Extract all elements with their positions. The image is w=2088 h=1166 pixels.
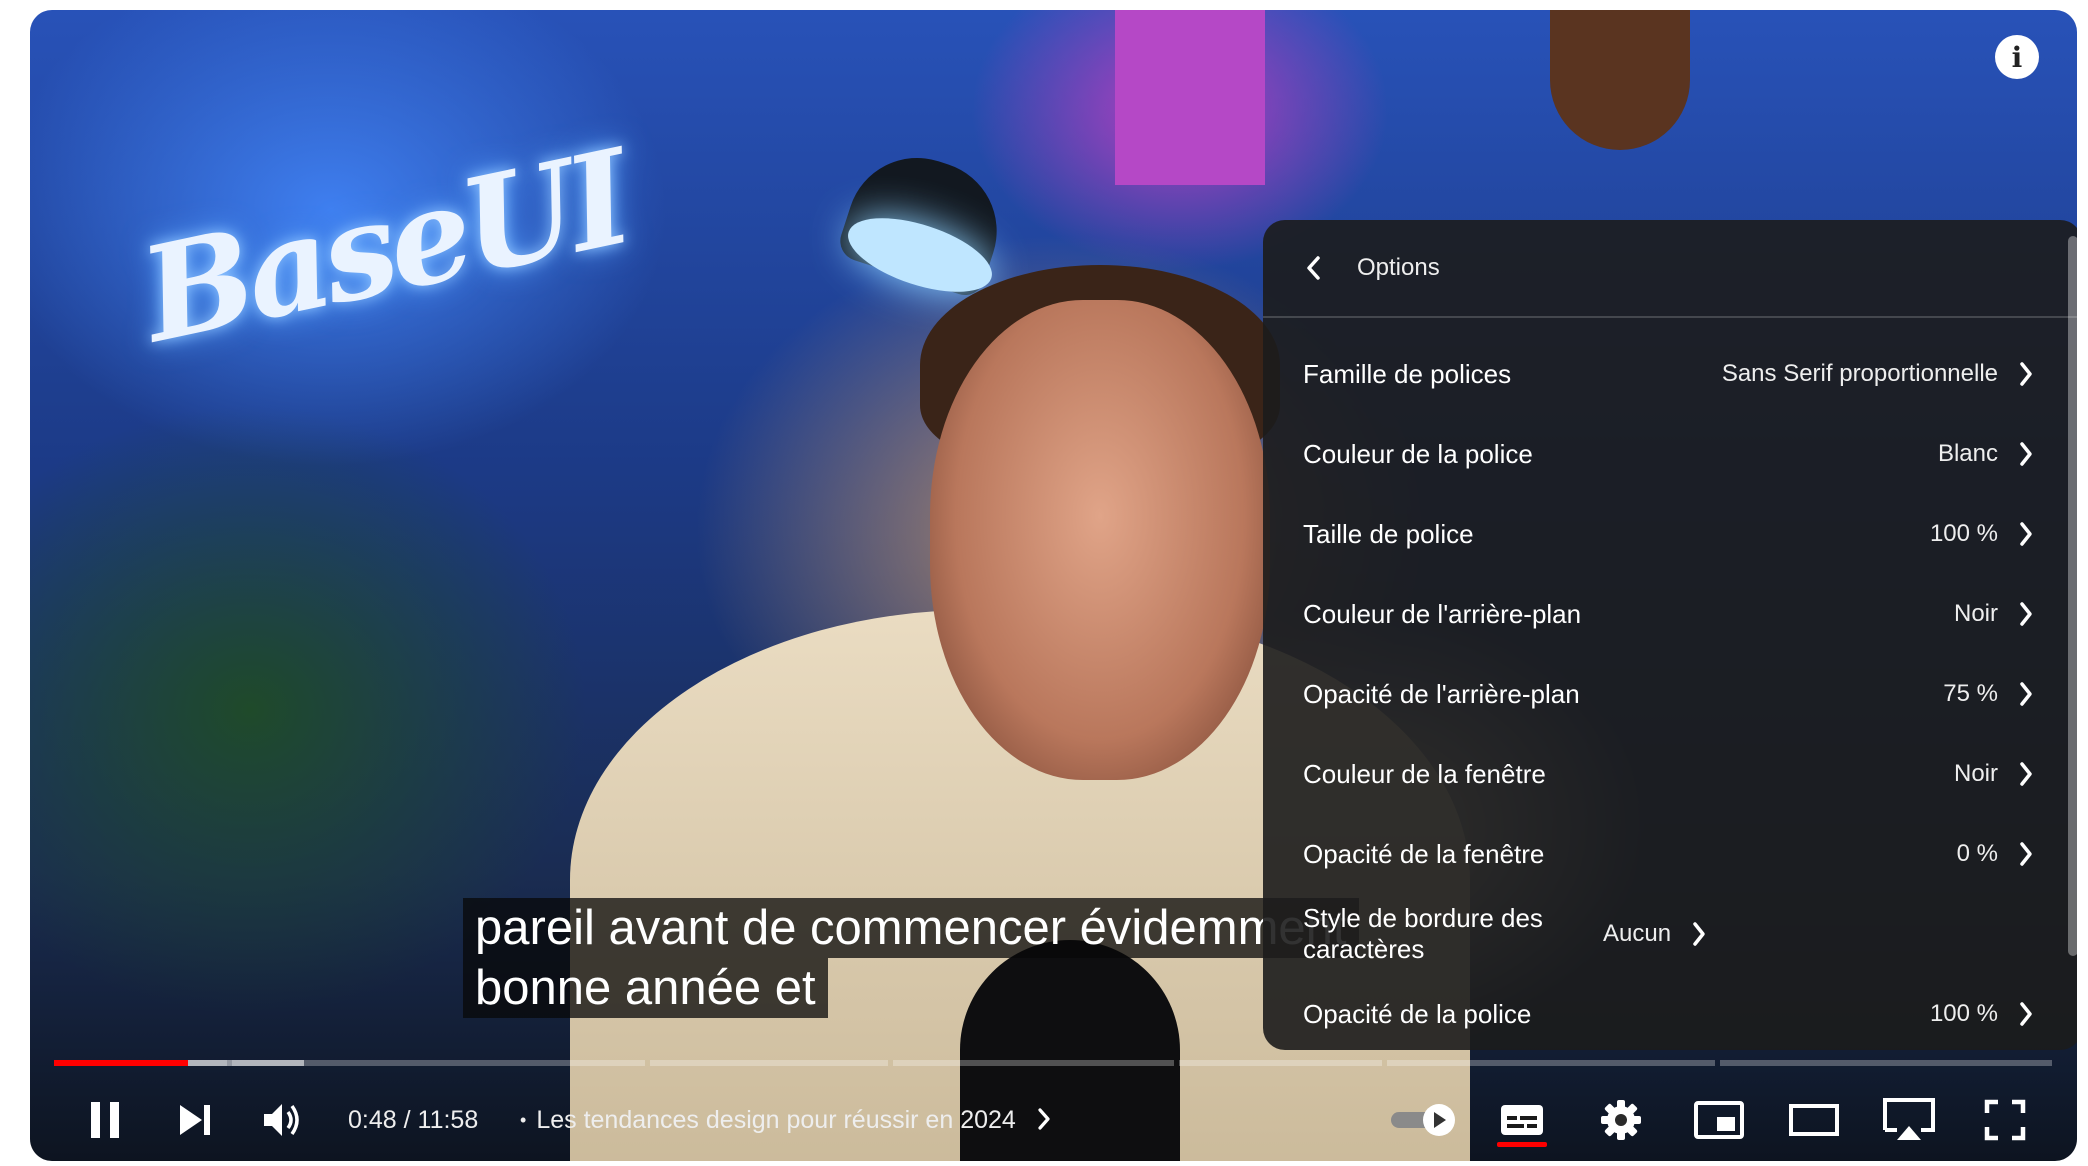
menu-item-font-opacity[interactable]: Opacité de la police 100 %: [1263, 974, 2077, 1050]
neon-sign-graphic: BaseUI: [129, 120, 639, 373]
next-icon[interactable]: [170, 1090, 220, 1150]
miniplayer-icon[interactable]: [1691, 1090, 1747, 1150]
menu-item-background-color[interactable]: Couleur de l'arrière-plan Noir: [1263, 574, 2077, 654]
chapter-segment: [650, 1060, 888, 1066]
menu-item-value: Sans Serif proportionnelle: [1721, 360, 1998, 387]
menu-item-value: Noir: [1953, 760, 1998, 787]
menu-item-value: 0 %: [1956, 840, 1998, 867]
menu-item-value: Aucun: [1603, 920, 1672, 947]
time-display: 0:48 / 11:58: [348, 1090, 478, 1150]
menu-item-font-size[interactable]: Taille de police 100 %: [1263, 494, 2077, 574]
person-face-graphic: [930, 300, 1270, 780]
menu-back-header[interactable]: Options: [1263, 220, 2077, 318]
menu-scrollbar[interactable]: [2068, 236, 2077, 956]
chapter-segment: [1179, 1060, 1382, 1066]
chevron-right-icon: [2020, 682, 2032, 706]
menu-item-window-color[interactable]: Couleur de la fenêtre Noir: [1263, 734, 2077, 814]
chevron-right-icon: [2020, 442, 2032, 466]
chevron-right-icon: [2020, 1002, 2032, 1026]
current-time: 0:48: [348, 1106, 397, 1134]
chevron-right-icon: [1038, 1108, 1050, 1130]
cast-icon[interactable]: [1879, 1090, 1939, 1150]
subtitles-icon[interactable]: [1497, 1090, 1547, 1150]
caption-line-2: bonne année et: [463, 958, 828, 1018]
chapter-segment: [1720, 1060, 2052, 1066]
menu-item-window-opacity[interactable]: Opacité de la fenêtre 0 %: [1263, 814, 2077, 894]
progress-bar[interactable]: [54, 1060, 2052, 1066]
chevron-right-icon: [2020, 842, 2032, 866]
menu-item-label: Opacité de l'arrière-plan: [1303, 679, 1580, 709]
menu-title: Options: [1357, 254, 1440, 281]
menu-item-value: 100 %: [1929, 520, 1998, 547]
menu-item-label: Couleur de l'arrière-plan: [1303, 599, 1582, 629]
chapter-title: Les tendances design pour réussir en 202…: [536, 1106, 1016, 1134]
captions-window: pareil avant de commencer évidemment bon…: [463, 898, 1359, 1018]
subtitles-active-indicator: [1497, 1142, 1547, 1147]
menu-item-label: Couleur de la police: [1303, 439, 1533, 469]
menu-item-character-edge-style[interactable]: Style de bordure des caractères Aucun: [1263, 894, 2077, 974]
fullscreen-icon[interactable]: [1980, 1090, 2030, 1150]
chapter-title-button[interactable]: • Les tendances design pour réussir en 20…: [520, 1090, 1051, 1150]
menu-item-value: 100 %: [1929, 1000, 1998, 1027]
subtitle-options-menu: Options Famille de polices Sans Serif pr…: [1263, 220, 2077, 1050]
menu-item-value: Blanc: [1937, 440, 1998, 467]
chevron-right-icon: [1693, 922, 1705, 946]
menu-item-label: Famille de polices: [1303, 359, 1512, 389]
menu-items: Famille de polices Sans Serif proportion…: [1263, 318, 2077, 1050]
menu-item-background-opacity[interactable]: Opacité de l'arrière-plan 75 %: [1263, 654, 2077, 734]
time-separator: /: [396, 1106, 418, 1134]
menu-item-label: Style de bordure des caractères: [1303, 903, 1543, 964]
menu-item-value: Noir: [1953, 600, 1998, 627]
total-time: 11:58: [417, 1106, 479, 1134]
chevron-right-icon: [2020, 762, 2032, 786]
wall-frame-graphic: [1115, 10, 1265, 185]
info-icon[interactable]: i: [1995, 35, 2039, 79]
menu-item-label: Opacité de la fenêtre: [1303, 839, 1545, 869]
chapter-segment: [893, 1060, 1174, 1066]
player-controls: 0:48 / 11:58 • Les tendances design pour …: [30, 1090, 2077, 1150]
autoplay-toggle-icon[interactable]: [1388, 1090, 1460, 1150]
caption-line-1: pareil avant de commencer évidemment: [463, 898, 1359, 958]
chevron-right-icon: [2020, 522, 2032, 546]
video-player[interactable]: BaseUI i pareil avant de commencer évide…: [30, 10, 2077, 1161]
gear-icon[interactable]: [1596, 1090, 1646, 1150]
menu-item-font-color[interactable]: Couleur de la police Blanc: [1263, 414, 2077, 494]
menu-item-label: Opacité de la police: [1303, 999, 1532, 1029]
menu-item-value: 75 %: [1943, 680, 1998, 707]
chevron-left-icon[interactable]: [1305, 256, 1327, 280]
pause-icon[interactable]: [80, 1090, 130, 1150]
chevron-right-icon: [2020, 602, 2032, 626]
chapter-segment: [1387, 1060, 1715, 1066]
theater-mode-icon[interactable]: [1786, 1090, 1842, 1150]
chapter-bullet: •: [520, 1110, 527, 1130]
menu-item-label: Couleur de la fenêtre: [1303, 759, 1546, 789]
played-bar: [54, 1060, 188, 1066]
menu-item-label: Taille de police: [1303, 519, 1474, 549]
menu-item-font-family[interactable]: Famille de polices Sans Serif proportion…: [1263, 334, 2077, 414]
volume-icon[interactable]: [258, 1090, 308, 1150]
chevron-right-icon: [2020, 362, 2032, 386]
guitar-graphic: [1550, 10, 1690, 150]
